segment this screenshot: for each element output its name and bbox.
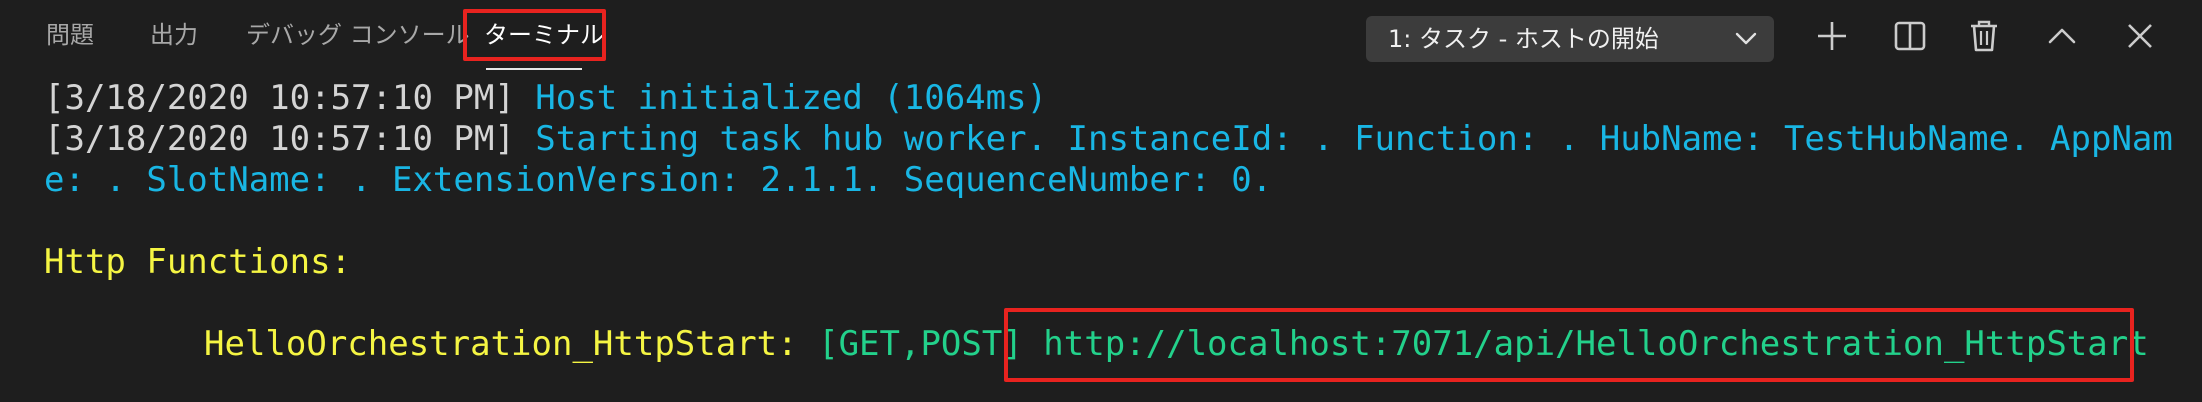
url-highlight-box	[1004, 308, 2134, 382]
http-functions-header: Http Functions:	[44, 242, 351, 283]
split-icon[interactable]	[1890, 16, 1930, 56]
log-timestamp: [3/18/2020 10:57:10 PM]	[44, 119, 515, 159]
active-tab-indicator	[486, 68, 582, 70]
plus-icon[interactable]	[1812, 16, 1852, 56]
trash-icon[interactable]	[1964, 16, 2004, 56]
log-line-task-hub-worker: [3/18/2020 10:57:10 PM] Starting task hu…	[44, 119, 2173, 160]
terminal-panel: 問題 出力 デバッグ コンソール ターミナル 1: タスク - ホストの開始 […	[0, 0, 2202, 402]
function-methods: [GET,POST]	[818, 324, 1023, 364]
log-timestamp: [3/18/2020 10:57:10 PM]	[44, 78, 515, 118]
log-message: Host initialized (1064ms)	[535, 78, 1048, 118]
terminal-output[interactable]: [3/18/2020 10:57:10 PM] Host initialized…	[44, 78, 2173, 365]
terminal-selector-dropdown[interactable]: 1: タスク - ホストの開始	[1366, 16, 1774, 62]
tab-debug-console[interactable]: デバッグ コンソール	[246, 18, 470, 52]
function-name: HelloOrchestration_HttpStart:	[204, 324, 798, 364]
terminal-tab-highlight-box	[463, 9, 606, 61]
log-line-task-hub-worker-continued: e: . SlotName: . ExtensionVersion: 2.1.1…	[44, 160, 1272, 201]
terminal-selector-value: 1: タスク - ホストの開始	[1388, 25, 1659, 53]
chevron-down-icon	[1734, 27, 1758, 51]
close-icon[interactable]	[2120, 16, 2160, 56]
tab-output[interactable]: 出力	[150, 18, 198, 52]
panel-tab-bar: 問題 出力 デバッグ コンソール ターミナル	[0, 0, 1340, 80]
log-line-host-initialized: [3/18/2020 10:57:10 PM] Host initialized…	[44, 78, 1047, 119]
http-functions-label: Http Functions:	[44, 242, 352, 282]
chevron-up-icon[interactable]	[2042, 16, 2082, 56]
log-message: Starting task hub worker. InstanceId: . …	[535, 119, 2173, 159]
log-message: e: . SlotName: . ExtensionVersion: 2.1.1…	[44, 160, 1273, 200]
tab-problems[interactable]: 問題	[46, 18, 94, 52]
